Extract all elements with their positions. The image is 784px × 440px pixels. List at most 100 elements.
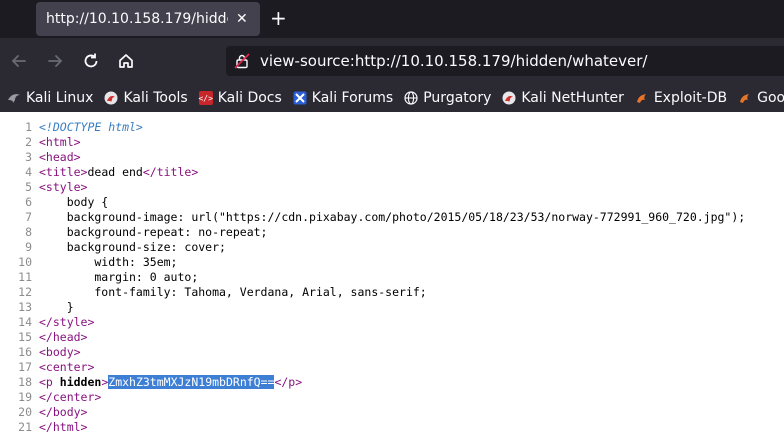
new-tab-button[interactable]: + <box>270 8 287 28</box>
line-number: 14 <box>18 315 32 329</box>
body-open-tag: <body> <box>39 345 81 359</box>
bookmark-kali-tools[interactable]: Kali Tools <box>104 90 188 106</box>
kali-red-icon <box>502 91 516 105</box>
forward-icon[interactable] <box>45 51 65 71</box>
source-line: 8 background-repeat: no-repeat; <box>0 225 784 240</box>
kali-red-icon <box>104 91 118 105</box>
line-number: 10 <box>18 255 32 269</box>
source-line: 18 <p hidden>ZmxhZ3tmMXJzN19mbDRnfQ==</p> <box>0 375 784 390</box>
exploitdb-icon <box>738 91 752 105</box>
style-open-tag: <style> <box>39 180 88 194</box>
center-close-tag: </center> <box>39 390 102 404</box>
bookmark-kali-forums[interactable]: Kali Forums <box>293 90 393 106</box>
bookmark-google[interactable]: Google <box>738 90 784 106</box>
source-line: 19 </center> <box>0 390 784 405</box>
browser-tab[interactable]: http://10.10.158.179/hidden/ ✕ <box>36 2 260 36</box>
bookmark-kali-linux[interactable]: Kali Linux <box>7 90 93 106</box>
source-line: 12 font-family: Tahoma, Verdana, Arial, … <box>0 285 784 300</box>
line-number: 15 <box>18 330 32 344</box>
home-icon[interactable] <box>116 51 136 71</box>
bookmark-label: Kali Forums <box>311 90 394 106</box>
p-open-tag: <p <box>39 375 60 389</box>
connection-lock-icon[interactable] <box>234 53 250 69</box>
bookmark-purgatory[interactable]: Purgatory <box>404 90 491 106</box>
source-line: 10 width: 35em; <box>0 255 784 270</box>
bookmark-label: Exploit-DB <box>653 90 728 106</box>
css-line: background-image: url("https://cdn.pixab… <box>39 210 746 224</box>
css-line: width: 35em; <box>39 255 178 269</box>
line-number: 17 <box>18 360 32 374</box>
source-line: 1 <!DOCTYPE html> <box>0 120 784 135</box>
bookmark-label: Kali Docs <box>217 90 282 106</box>
source-line: 7 background-image: url("https://cdn.pix… <box>0 210 784 225</box>
line-number: 1 <box>25 120 32 134</box>
source-line: 2 <html> <box>0 135 784 150</box>
css-line: margin: 0 auto; <box>39 270 199 284</box>
css-line: body { <box>39 195 109 209</box>
line-number: 19 <box>18 390 32 404</box>
source-line: 6 body { <box>0 195 784 210</box>
line-number: 8 <box>25 225 32 239</box>
kali-docs-icon: </> <box>198 91 213 105</box>
line-number: 13 <box>18 300 32 314</box>
html-close-tag: </html> <box>39 420 88 434</box>
tab-title: http://10.10.158.179/hidden/ <box>46 11 228 27</box>
bookmark-label: Kali Tools <box>123 90 188 106</box>
source-line: 20 </body> <box>0 405 784 420</box>
line-number: 21 <box>18 420 32 434</box>
bookmark-exploit-db[interactable]: Exploit-DB <box>635 90 727 106</box>
line-number: 5 <box>25 180 32 194</box>
source-line: 11 margin: 0 auto; <box>0 270 784 285</box>
line-number: 12 <box>18 285 32 299</box>
bookmark-label: Purgatory <box>423 90 492 106</box>
line-number: 4 <box>25 165 32 179</box>
source-line: 14 </style> <box>0 315 784 330</box>
hidden-attribute: hidden <box>59 375 102 389</box>
line-number: 2 <box>25 135 32 149</box>
kali-dragon-icon <box>7 91 21 105</box>
exploitdb-icon <box>635 91 649 105</box>
source-line: 13 } <box>0 300 784 315</box>
head-close-tag: </head> <box>39 330 88 344</box>
back-icon[interactable] <box>9 51 29 71</box>
title-close-tag: </title> <box>142 165 199 179</box>
source-line: 16 <body> <box>0 345 784 360</box>
reload-icon[interactable] <box>81 51 101 71</box>
url-bar[interactable]: view-source:http://10.10.158.179/hidden/… <box>226 46 784 76</box>
css-line: font-family: Tahoma, Verdana, Arial, san… <box>39 285 427 299</box>
url-text[interactable]: view-source:http://10.10.158.179/hidden/… <box>260 52 647 70</box>
source-line: 9 background-size: cover; <box>0 240 784 255</box>
selected-hidden-text[interactable]: ZmxhZ3tmMXJzN19mbDRnfQ== <box>108 375 275 389</box>
bookmarks-toolbar: Kali Linux Kali Tools </> Kali Docs Kali… <box>0 84 784 112</box>
css-line: background-size: cover; <box>39 240 226 254</box>
html-open-tag: <html> <box>39 135 81 149</box>
bookmark-label: Google <box>757 90 784 106</box>
globe-icon <box>404 91 418 105</box>
bookmark-label: Kali NetHunter <box>521 90 624 106</box>
source-line: 4 <title>dead end</title> <box>0 165 784 180</box>
line-number: 16 <box>18 345 32 359</box>
line-number: 18 <box>18 375 32 389</box>
page-source-view: 1 <!DOCTYPE html> 2 <html> 3 <head> 4 <title… <box>0 120 784 435</box>
title-text: dead end <box>87 165 143 179</box>
css-line: } <box>39 300 74 314</box>
navigation-bar: view-source:http://10.10.158.179/hidden/… <box>0 38 784 84</box>
style-close-tag: </style> <box>39 315 95 329</box>
head-open-tag: <head> <box>39 150 81 164</box>
source-line: 3 <head> <box>0 150 784 165</box>
line-number: 9 <box>25 240 32 254</box>
source-line: 21 </html> <box>0 420 784 435</box>
center-open-tag: <center> <box>39 360 95 374</box>
bookmark-kali-docs[interactable]: </> Kali Docs <box>198 90 282 106</box>
line-number: 3 <box>25 150 32 164</box>
source-line: 15 </head> <box>0 330 784 345</box>
source-line: 5 <style> <box>0 180 784 195</box>
source-line: 17 <center> <box>0 360 784 375</box>
close-tab-icon[interactable]: ✕ <box>236 11 248 27</box>
line-number: 20 <box>18 405 32 419</box>
bookmark-kali-nethunter[interactable]: Kali NetHunter <box>502 90 624 106</box>
line-number: 11 <box>18 270 32 284</box>
doctype: <!DOCTYPE html> <box>39 120 143 134</box>
p-close-tag: </p> <box>274 375 303 389</box>
kali-forums-icon <box>293 91 307 105</box>
